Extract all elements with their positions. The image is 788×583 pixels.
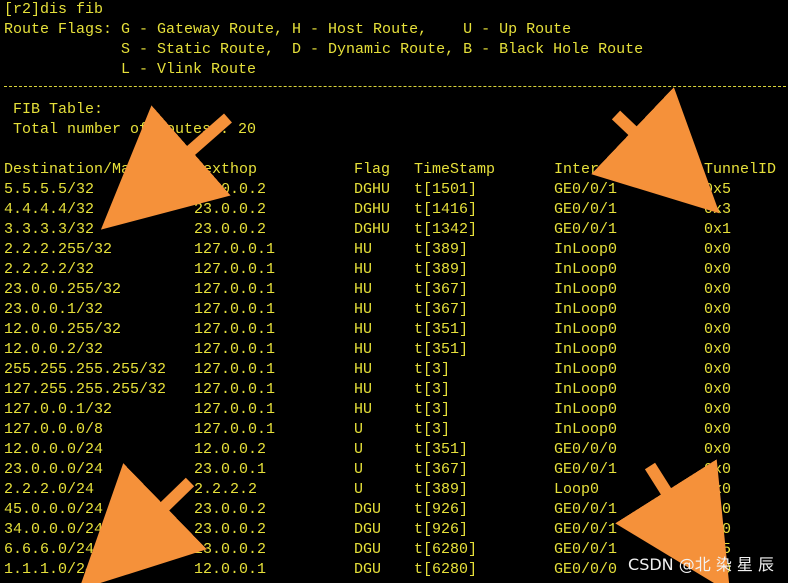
annotation-arrows xyxy=(78,87,731,583)
csdn-watermark: CSDN @北 染 星 辰 xyxy=(628,555,774,574)
arrow-icon xyxy=(100,105,232,230)
arrow-icon xyxy=(615,459,731,583)
arrow-icon xyxy=(591,87,720,214)
terminal-window[interactable]: [r2]dis fib Route Flags: G - Gateway Rou… xyxy=(0,0,788,583)
arrow-icon xyxy=(78,463,207,583)
